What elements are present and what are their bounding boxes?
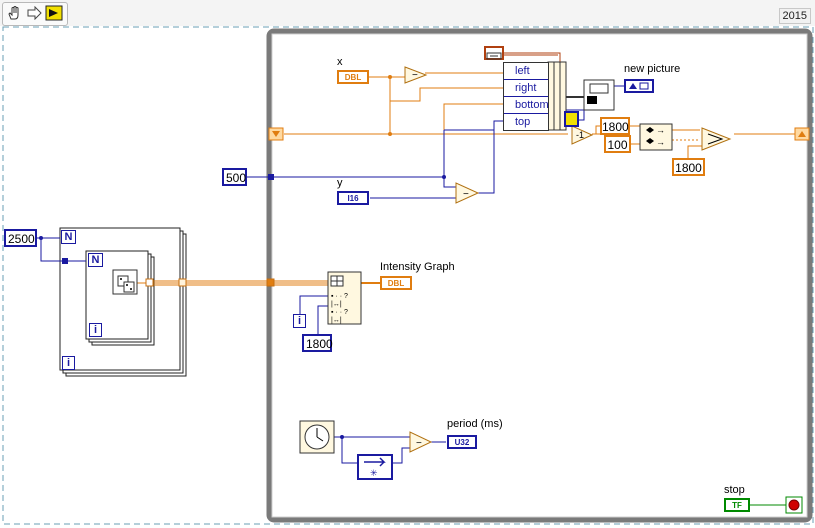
- x-label: x: [337, 56, 343, 68]
- height-constant[interactable]: 100: [604, 135, 631, 153]
- svg-text:→: →: [656, 137, 665, 147]
- svg-text:→: →: [656, 125, 665, 135]
- bundle-row-top: top: [515, 116, 531, 128]
- intensity-graph-terminal[interactable]: DBL: [380, 276, 412, 290]
- while-loop-iteration-terminal: i: [293, 314, 306, 328]
- inner-loop-iteration-terminal: i: [89, 323, 102, 337]
- intensity-graph-label: Intensity Graph: [380, 261, 455, 273]
- array-length-constant[interactable]: 1800: [302, 334, 333, 352]
- svg-text:−: −: [412, 70, 418, 81]
- bundle-row-left: left: [504, 63, 548, 80]
- count-constant[interactable]: 2500: [4, 229, 37, 247]
- y-label: y: [337, 177, 343, 189]
- svg-text:−: −: [463, 189, 469, 200]
- inner-loop-count-terminal: N: [88, 253, 103, 267]
- outer-loop-iteration-terminal: i: [62, 356, 75, 370]
- new-picture-label: new picture: [624, 63, 681, 75]
- width-constant[interactable]: 1800: [600, 117, 630, 135]
- outer-loop-count-terminal: N: [61, 230, 76, 244]
- max-constant[interactable]: 1800: [672, 158, 705, 176]
- period-indicator-terminal[interactable]: U32: [447, 435, 477, 449]
- bundle-row-bottom: bottom: [504, 97, 549, 114]
- svg-text:-1: -1: [576, 130, 584, 140]
- svg-text:▪ · · ?: ▪ · · ?: [331, 309, 348, 316]
- picture-constant[interactable]: [484, 46, 504, 60]
- period-label: period (ms): [447, 418, 503, 430]
- y-offset-constant[interactable]: 500: [222, 168, 247, 186]
- stop-control-terminal[interactable]: TF: [724, 498, 750, 512]
- svg-text:|↔|: |↔|: [331, 301, 342, 308]
- picture-icon: [486, 52, 502, 60]
- bundle-by-name-node[interactable]: left right bottom top: [503, 62, 549, 131]
- color-constant: [564, 111, 579, 127]
- x-control-terminal[interactable]: DBL: [337, 70, 369, 84]
- stop-label: stop: [724, 484, 745, 496]
- svg-text:|↔|: |↔|: [331, 317, 342, 324]
- svg-text:−: −: [416, 438, 422, 449]
- svg-text:▪ · · ?: ▪ · · ?: [331, 293, 348, 300]
- new-picture-indicator-terminal[interactable]: [624, 79, 654, 93]
- y-control-terminal[interactable]: I16: [337, 191, 369, 205]
- svg-text:✳: ✳: [370, 468, 378, 478]
- picture-icon: [629, 82, 649, 90]
- bundle-row-right: right: [504, 80, 548, 97]
- max-min-node: [701, 127, 732, 151]
